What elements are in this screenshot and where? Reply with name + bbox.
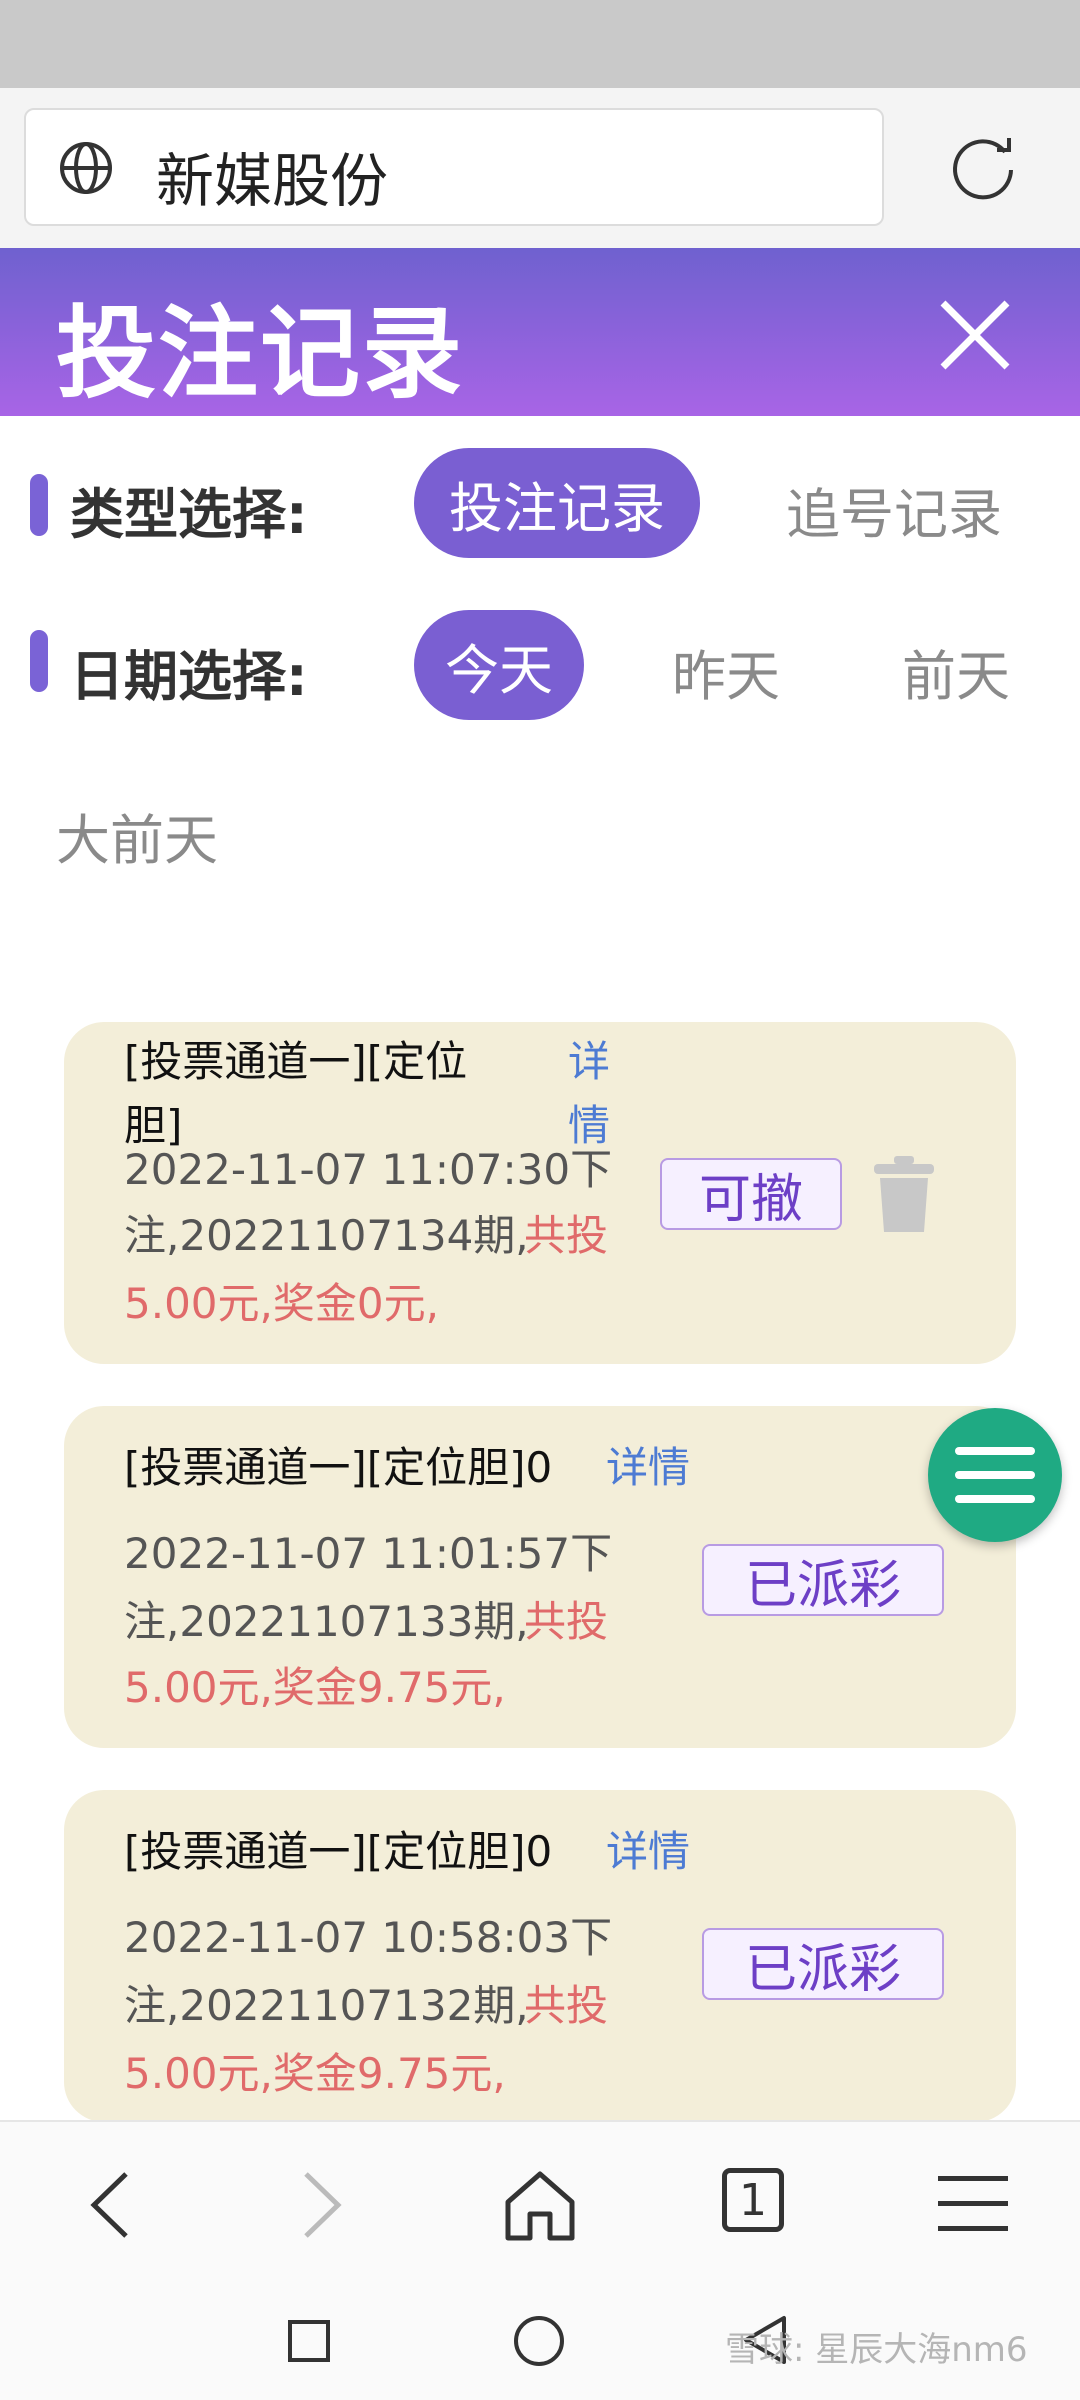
record-amount: 5.00元,奖金0元, — [124, 1279, 439, 1328]
address-text: 新媒股份 — [156, 147, 389, 215]
detail-link[interactable]: 详情 — [606, 1820, 690, 1884]
status-badge: 已派彩 — [702, 1928, 944, 2000]
page-title: 投注记录 — [56, 295, 464, 412]
forward-icon[interactable] — [300, 2170, 344, 2240]
record-issue: 注,20221107132期, — [124, 1981, 529, 2030]
home-icon[interactable] — [502, 2168, 578, 2242]
type-filter-marker — [30, 474, 48, 536]
date-option-three-days-ago[interactable]: 大前天 — [56, 796, 218, 875]
record-time: 2022-11-07 10:58:03下 — [124, 1913, 613, 1962]
date-option-yesterday[interactable]: 昨天 — [672, 632, 780, 711]
trash-icon[interactable] — [872, 1156, 936, 1232]
record-total-label: 共投 — [524, 1597, 609, 1646]
type-option-bet-records[interactable]: 投注记录 — [414, 448, 700, 558]
date-filter-marker — [30, 630, 48, 692]
menu-icon — [955, 1447, 1035, 1503]
close-icon[interactable] — [935, 295, 1015, 375]
refresh-icon[interactable] — [945, 130, 1021, 206]
record-issue: 注,20221107134期, — [124, 1211, 529, 1260]
cancel-bet-button[interactable]: 可撤 — [660, 1158, 842, 1230]
date-option-today[interactable]: 今天 — [414, 610, 584, 720]
type-filter-label: 类型选择: — [70, 483, 308, 546]
record-title: [投票通道一][定位胆]0 — [124, 1443, 553, 1492]
record-issue: 注,20221107133期, — [124, 1597, 529, 1646]
record-total-label: 共投 — [524, 1211, 609, 1260]
date-option-day-before[interactable]: 前天 — [902, 632, 1010, 711]
watermark: 雪球: 星辰大海nm6 — [725, 2330, 1028, 2370]
record-amount: 5.00元,奖金9.75元, — [124, 1663, 506, 1712]
recent-apps-icon[interactable] — [288, 2320, 330, 2362]
date-filter-label: 日期选择: — [70, 645, 308, 708]
home-circle-icon[interactable] — [514, 2316, 564, 2366]
tabs-button[interactable]: 1 — [722, 2168, 784, 2232]
address-bar[interactable] — [24, 108, 884, 226]
detail-link[interactable]: 详情 — [606, 1436, 690, 1500]
type-option-chase-records[interactable]: 追号记录 — [786, 470, 1002, 549]
status-bar — [0, 0, 1080, 88]
record-time: 2022-11-07 11:07:30下 — [124, 1145, 613, 1194]
status-badge: 已派彩 — [702, 1544, 944, 1616]
globe-icon — [60, 142, 112, 194]
record-amount: 5.00元,奖金9.75元, — [124, 2049, 506, 2098]
record-time: 2022-11-07 11:01:57下 — [124, 1529, 613, 1578]
back-icon[interactable] — [88, 2170, 132, 2240]
floating-menu-button[interactable] — [928, 1408, 1062, 1542]
menu-icon[interactable] — [938, 2174, 1008, 2234]
record-title: [投票通道一][定位胆]0 — [124, 1827, 553, 1876]
record-total-label: 共投 — [524, 1981, 609, 2030]
